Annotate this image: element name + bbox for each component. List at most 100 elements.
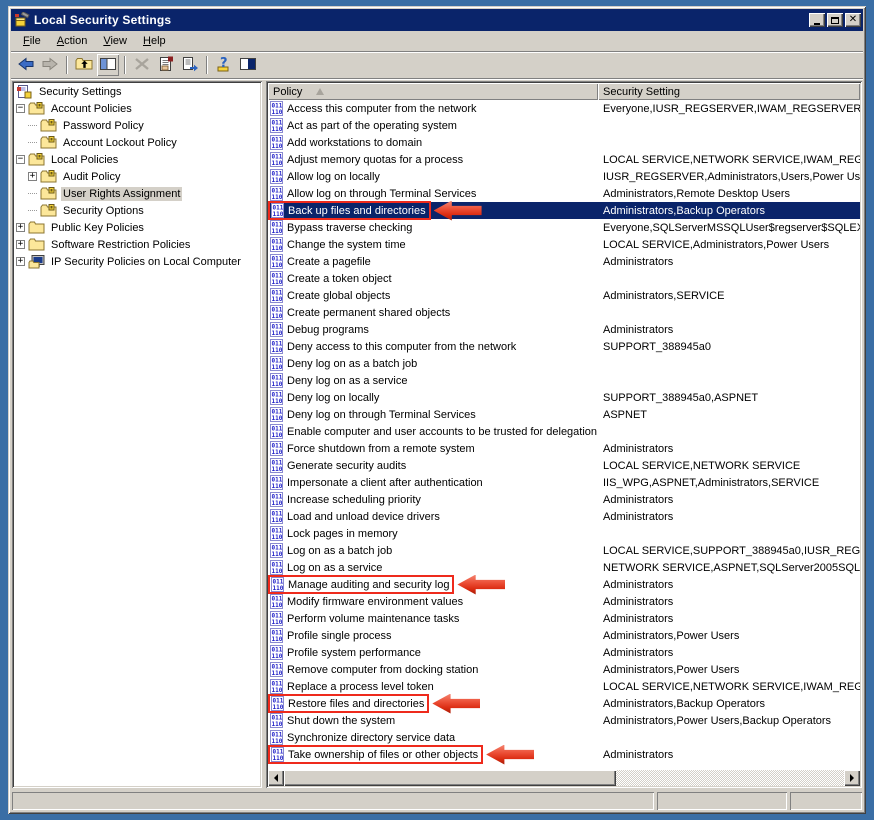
tree-item-local-policies[interactable]: − Local Policies: [14, 151, 260, 168]
security-setting-cell: IUSR_REGSERVER,Administrators,Users,Powe…: [598, 171, 860, 183]
policy-name: Generate security audits: [287, 460, 406, 472]
policy-row[interactable]: 011110Log on as a serviceNETWORK SERVICE…: [268, 559, 860, 576]
svg-text:110: 110: [273, 211, 284, 218]
toolbar: ?: [11, 52, 863, 79]
policy-row[interactable]: 011110Create permanent shared objects: [268, 304, 860, 321]
policy-row[interactable]: 011110Create a token object: [268, 270, 860, 287]
menu-item-action[interactable]: Action: [49, 33, 96, 49]
toolbar-separator: [206, 56, 208, 74]
policy-row[interactable]: 011110Allow log on through Terminal Serv…: [268, 185, 860, 202]
policy-name: Enable computer and user accounts to be …: [287, 426, 597, 438]
policy-row[interactable]: 011110Profile single processAdministrato…: [268, 627, 860, 644]
policy-icon: 011110: [270, 271, 283, 286]
policy-cell: 011110Allow log on locally: [268, 169, 598, 184]
column-header-policy-label: Policy: [273, 86, 302, 98]
policy-row[interactable]: 011110Enable computer and user accounts …: [268, 423, 860, 440]
expand-plus-box[interactable]: +: [16, 257, 25, 266]
maximize-button[interactable]: [827, 13, 843, 27]
horizontal-scrollbar[interactable]: [268, 770, 860, 786]
expand-plus-box[interactable]: +: [16, 223, 25, 232]
tree-item-security-options[interactable]: Security Options: [14, 202, 260, 219]
policy-name: Deny log on as a service: [287, 375, 407, 387]
policy-row[interactable]: 011110Bypass traverse checkingEveryone,S…: [268, 219, 860, 236]
policy-row[interactable]: 011110Replace a process level tokenLOCAL…: [268, 678, 860, 695]
menu-item-view[interactable]: View: [95, 33, 135, 49]
tree-item-password-policy[interactable]: Password Policy: [14, 117, 260, 134]
tree-connector: [28, 193, 37, 194]
tree-item-label: Local Policies: [49, 153, 120, 167]
policy-row[interactable]: 011110Create a pagefileAdministrators: [268, 253, 860, 270]
menu-item-help[interactable]: Help: [135, 33, 174, 49]
policy-row[interactable]: 011110Debug programsAdministrators: [268, 321, 860, 338]
policy-row[interactable]: 011110Lock pages in memory: [268, 525, 860, 542]
policy-row[interactable]: 011110Log on as a batch jobLOCAL SERVICE…: [268, 542, 860, 559]
menu-item-file[interactable]: File: [15, 33, 49, 49]
help-button[interactable]: ?: [213, 54, 235, 76]
policy-row[interactable]: 011110Modify firmware environment values…: [268, 593, 860, 610]
properties-button[interactable]: [155, 54, 177, 76]
policy-row[interactable]: 011110Deny log on as a service: [268, 372, 860, 389]
policy-row[interactable]: 011110Generate security auditsLOCAL SERV…: [268, 457, 860, 474]
back-button[interactable]: [15, 54, 37, 76]
close-button[interactable]: ✕: [845, 13, 861, 27]
policy-row[interactable]: 011110Access this computer from the netw…: [268, 100, 860, 117]
policy-row[interactable]: 011110Deny access to this computer from …: [268, 338, 860, 355]
export-list-button[interactable]: [179, 54, 201, 76]
policy-row[interactable]: 011110Increase scheduling priorityAdmini…: [268, 491, 860, 508]
security-setting-cell: Administrators,Power Users,Backup Operat…: [598, 715, 860, 727]
scrollbar-track[interactable]: [284, 770, 844, 786]
policy-row[interactable]: 011110Synchronize directory service data: [268, 729, 860, 746]
collapse-minus-box[interactable]: −: [16, 104, 25, 113]
policy-row[interactable]: 011110Take ownership of files or other o…: [268, 746, 860, 763]
policy-row[interactable]: 011110Deny log on as a batch job: [268, 355, 860, 372]
column-header-security-setting[interactable]: Security Setting: [598, 83, 860, 100]
policy-row[interactable]: 011110Load and unload device driversAdmi…: [268, 508, 860, 525]
policy-row[interactable]: 011110Impersonate a client after authent…: [268, 474, 860, 491]
tree-item-ip-security-policies-on-local-computer[interactable]: +IP Security Policies on Local Computer: [14, 253, 260, 270]
scroll-right-button[interactable]: [844, 770, 860, 786]
tree-item-user-rights-assignment[interactable]: User Rights Assignment: [14, 185, 260, 202]
scroll-left-button[interactable]: [268, 770, 284, 786]
policy-icon: 011110: [270, 492, 283, 507]
policy-row[interactable]: 011110Adjust memory quotas for a process…: [268, 151, 860, 168]
policy-row[interactable]: 011110Act as part of the operating syste…: [268, 117, 860, 134]
policy-cell: 011110Debug programs: [268, 322, 598, 337]
tree-item-audit-policy[interactable]: +Audit Policy: [14, 168, 260, 185]
policy-row[interactable]: 011110Add workstations to domain: [268, 134, 860, 151]
policy-row[interactable]: 011110Remove computer from docking stati…: [268, 661, 860, 678]
tree-item-account-lockout-policy[interactable]: Account Lockout Policy: [14, 134, 260, 151]
policy-row[interactable]: 011110Change the system timeLOCAL SERVIC…: [268, 236, 860, 253]
policy-row[interactable]: 011110Deny log on locallySUPPORT_388945a…: [268, 389, 860, 406]
policy-row[interactable]: 011110Force shutdown from a remote syste…: [268, 440, 860, 457]
up-one-level-button[interactable]: [73, 54, 95, 76]
annotation-red-arrow-icon: [432, 694, 480, 714]
policy-row[interactable]: 011110Manage auditing and security logAd…: [268, 576, 860, 593]
expand-plus-box[interactable]: +: [16, 240, 25, 249]
policy-row[interactable]: 011110Profile system performanceAdminist…: [268, 644, 860, 661]
svg-text:110: 110: [272, 126, 283, 133]
policy-row[interactable]: 011110Back up files and directoriesAdmin…: [268, 202, 860, 219]
policy-row[interactable]: 011110Deny log on through Terminal Servi…: [268, 406, 860, 423]
policy-row[interactable]: 011110Perform volume maintenance tasksAd…: [268, 610, 860, 627]
svg-text:110: 110: [272, 636, 283, 643]
tree-item-account-policies[interactable]: −Account Policies: [14, 100, 260, 117]
policy-row[interactable]: 011110Shut down the systemAdministrators…: [268, 712, 860, 729]
show-hide-action-pane-button[interactable]: [237, 54, 259, 76]
column-header-policy[interactable]: Policy: [268, 83, 598, 100]
expand-plus-box[interactable]: +: [28, 172, 37, 181]
tree-item-software-restriction-policies[interactable]: +Software Restriction Policies: [14, 236, 260, 253]
policy-row[interactable]: 011110Allow log on locallyIUSR_REGSERVER…: [268, 168, 860, 185]
scrollbar-thumb[interactable]: [284, 770, 616, 786]
minimize-button[interactable]: [809, 13, 825, 27]
sort-ascending-icon: [316, 88, 324, 95]
collapse-minus-box[interactable]: −: [16, 155, 25, 164]
svg-text:110: 110: [272, 721, 283, 728]
title-bar[interactable]: Local Security Settings ✕: [11, 9, 863, 31]
policy-row[interactable]: 011110Create global objectsAdministrator…: [268, 287, 860, 304]
show-hide-console-tree-button[interactable]: [97, 54, 119, 76]
tree-item-public-key-policies[interactable]: +Public Key Policies: [14, 219, 260, 236]
tree-item-security-settings[interactable]: Security Settings: [14, 83, 260, 100]
policy-row[interactable]: 011110Restore files and directoriesAdmin…: [268, 695, 860, 712]
policy-icon: 011110: [270, 288, 283, 303]
svg-text:110: 110: [272, 177, 283, 184]
